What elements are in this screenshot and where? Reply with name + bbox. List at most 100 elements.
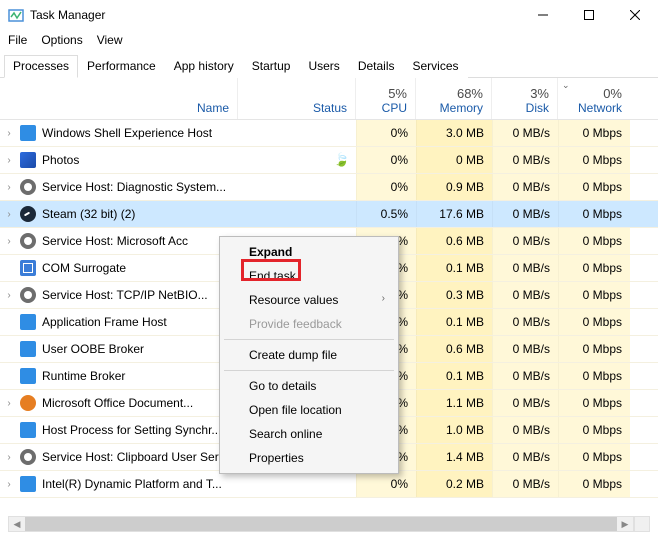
process-network: 0 Mbps bbox=[558, 417, 630, 443]
process-disk: 0 MB/s bbox=[492, 201, 558, 227]
process-disk: 0 MB/s bbox=[492, 336, 558, 362]
context-menu: ExpandEnd taskResource values›Provide fe… bbox=[219, 236, 399, 474]
context-menu-item[interactable]: Search online bbox=[223, 422, 395, 446]
context-menu-item[interactable]: Resource values› bbox=[223, 288, 395, 312]
leaf-icon: 🍃 bbox=[334, 152, 350, 168]
tab-performance[interactable]: Performance bbox=[78, 55, 165, 78]
process-name: Host Process for Setting Synchr... bbox=[38, 423, 238, 437]
tab-details[interactable]: Details bbox=[349, 55, 404, 78]
tab-startup[interactable]: Startup bbox=[243, 55, 300, 78]
process-row[interactable]: › Service Host: Diagnostic System... 0%0.9… bbox=[0, 174, 658, 201]
expand-toggle-icon[interactable]: › bbox=[0, 155, 18, 166]
task-manager-icon bbox=[8, 7, 24, 23]
column-status[interactable]: Status bbox=[238, 78, 356, 119]
tab-services[interactable]: Services bbox=[404, 55, 468, 78]
process-name: COM Surrogate bbox=[38, 261, 238, 275]
process-name: Intel(R) Dynamic Platform and T... bbox=[38, 477, 238, 491]
minimize-button[interactable] bbox=[520, 0, 566, 30]
expand-toggle-icon[interactable]: › bbox=[0, 209, 18, 220]
context-menu-item[interactable]: Go to details bbox=[223, 374, 395, 398]
close-button[interactable] bbox=[612, 0, 658, 30]
process-memory: 0 MB bbox=[416, 147, 492, 173]
column-disk[interactable]: 3%Disk bbox=[492, 78, 558, 119]
expand-toggle-icon[interactable]: › bbox=[0, 128, 18, 139]
tab-users[interactable]: Users bbox=[299, 55, 348, 78]
process-memory: 0.3 MB bbox=[416, 282, 492, 308]
maximize-button[interactable] bbox=[566, 0, 612, 30]
process-name: User OOBE Broker bbox=[38, 342, 238, 356]
process-name: Service Host: Diagnostic System... bbox=[38, 180, 238, 194]
column-cpu[interactable]: 5%CPU bbox=[356, 78, 416, 119]
process-memory: 0.6 MB bbox=[416, 336, 492, 362]
process-name: Microsoft Office Document... bbox=[38, 396, 238, 410]
process-name: Steam (32 bit) (2) bbox=[38, 207, 238, 221]
context-menu-item: Provide feedback bbox=[223, 312, 395, 336]
tab-app-history[interactable]: App history bbox=[165, 55, 243, 78]
expand-toggle-icon[interactable]: › bbox=[0, 398, 18, 409]
context-menu-item[interactable]: End task bbox=[223, 264, 395, 288]
process-memory: 0.2 MB bbox=[416, 471, 492, 497]
process-icon bbox=[18, 287, 38, 303]
process-memory: 0.1 MB bbox=[416, 309, 492, 335]
process-network: 0 Mbps bbox=[558, 471, 630, 497]
process-row[interactable]: ›Photos🍃0%0 MB0 MB/s0 Mbps bbox=[0, 147, 658, 174]
process-name: Service Host: Microsoft Acc bbox=[38, 234, 238, 248]
process-memory: 1.0 MB bbox=[416, 417, 492, 443]
expand-toggle-icon[interactable]: › bbox=[0, 452, 18, 463]
process-name: Windows Shell Experience Host bbox=[38, 126, 238, 140]
expand-toggle-icon[interactable]: › bbox=[0, 479, 18, 490]
process-disk: 0 MB/s bbox=[492, 390, 558, 416]
process-name: Application Frame Host bbox=[38, 315, 238, 329]
process-disk: 0 MB/s bbox=[492, 282, 558, 308]
context-menu-item[interactable]: Create dump file bbox=[223, 343, 395, 367]
horizontal-scrollbar[interactable]: ◀ ▶ bbox=[8, 516, 634, 532]
column-name[interactable]: Name bbox=[0, 78, 238, 119]
column-network[interactable]: ⌄0%Network bbox=[558, 78, 630, 119]
process-icon bbox=[18, 341, 38, 357]
process-network: 0 Mbps bbox=[558, 120, 630, 146]
process-disk: 0 MB/s bbox=[492, 309, 558, 335]
process-memory: 0.9 MB bbox=[416, 174, 492, 200]
process-icon bbox=[18, 125, 38, 141]
scroll-right-icon[interactable]: ▶ bbox=[617, 517, 633, 531]
menu-separator bbox=[224, 339, 394, 340]
process-icon bbox=[18, 314, 38, 330]
expand-toggle-icon[interactable]: › bbox=[0, 290, 18, 301]
process-network: 0 Mbps bbox=[558, 255, 630, 281]
menu-options[interactable]: Options bbox=[41, 33, 82, 47]
column-memory[interactable]: 68%Memory bbox=[416, 78, 492, 119]
process-icon bbox=[18, 395, 38, 411]
menu-bar: File Options View bbox=[0, 30, 658, 50]
process-icon bbox=[18, 152, 38, 168]
process-cpu: 0% bbox=[356, 174, 416, 200]
process-status: 🍃 bbox=[238, 152, 356, 168]
process-icon bbox=[18, 179, 38, 195]
menu-view[interactable]: View bbox=[97, 33, 123, 47]
process-name: Photos bbox=[38, 153, 238, 167]
process-network: 0 Mbps bbox=[558, 390, 630, 416]
process-network: 0 Mbps bbox=[558, 363, 630, 389]
context-menu-item[interactable]: Properties bbox=[223, 446, 395, 470]
process-disk: 0 MB/s bbox=[492, 147, 558, 173]
expand-toggle-icon[interactable]: › bbox=[0, 236, 18, 247]
process-disk: 0 MB/s bbox=[492, 255, 558, 281]
process-network: 0 Mbps bbox=[558, 228, 630, 254]
menu-separator bbox=[224, 370, 394, 371]
process-disk: 0 MB/s bbox=[492, 120, 558, 146]
process-row[interactable]: ›Steam (32 bit) (2)0.5%17.6 MB0 MB/s0 Mb… bbox=[0, 201, 658, 228]
context-menu-item[interactable]: Expand bbox=[223, 240, 395, 264]
expand-toggle-icon[interactable]: › bbox=[0, 182, 18, 193]
process-cpu: 0% bbox=[356, 120, 416, 146]
menu-file[interactable]: File bbox=[8, 33, 27, 47]
context-menu-item[interactable]: Open file location bbox=[223, 398, 395, 422]
scroll-left-icon[interactable]: ◀ bbox=[9, 517, 25, 531]
tab-processes[interactable]: Processes bbox=[4, 55, 78, 78]
process-row[interactable]: ›Windows Shell Experience Host0%3.0 MB0 … bbox=[0, 120, 658, 147]
scroll-thumb[interactable] bbox=[25, 517, 617, 531]
process-row[interactable]: ›Intel(R) Dynamic Platform and T...0%0.2… bbox=[0, 471, 658, 498]
process-icon bbox=[18, 476, 38, 492]
submenu-arrow-icon: › bbox=[382, 293, 385, 304]
process-network: 0 Mbps bbox=[558, 336, 630, 362]
sort-indicator-icon: ⌄ bbox=[562, 80, 570, 91]
column-header-row: Name Status 5%CPU 68%Memory 3%Disk ⌄0%Ne… bbox=[0, 78, 658, 120]
